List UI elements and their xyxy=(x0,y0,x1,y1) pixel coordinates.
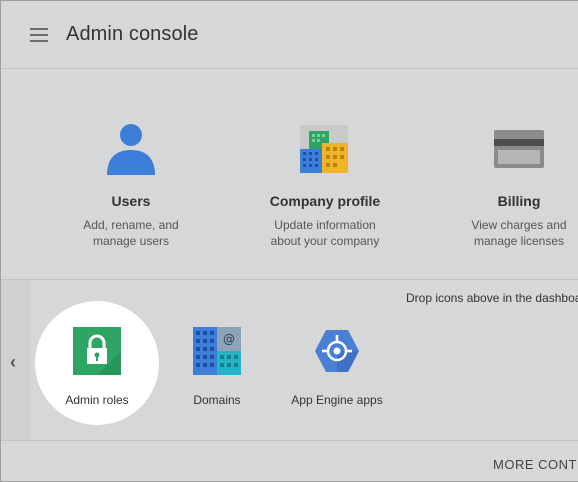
tray-item-admin-roles[interactable]: Admin roles xyxy=(35,301,159,425)
users-card[interactable]: Users Add, rename, and manage users xyxy=(46,119,216,249)
hamburger-menu-icon[interactable] xyxy=(30,28,48,42)
svg-text:@: @ xyxy=(223,332,235,346)
admin-console-window: Admin console Users Add, rename, and man… xyxy=(0,0,578,482)
users-card-title: Users xyxy=(111,193,151,209)
tray-item-domains[interactable]: @ Domains xyxy=(155,301,279,425)
user-icon xyxy=(107,124,155,175)
tray-item-admin-roles-label: Admin roles xyxy=(65,393,129,407)
more-controls-tray: ‹ Drop icons above in the dashboa Admin … xyxy=(1,279,578,441)
company-profile-card[interactable]: Company profile Update information about… xyxy=(240,119,410,249)
domains-icon: @ xyxy=(193,327,241,375)
billing-card-title: Billing xyxy=(497,193,541,209)
tray-scroll-left-area[interactable]: ‹ xyxy=(1,280,31,441)
lock-icon xyxy=(73,327,121,375)
drop-hint-text: Drop icons above in the dashboa xyxy=(406,291,578,305)
company-profile-card-title: Company profile xyxy=(269,193,381,209)
billing-card-description: View charges and manage licenses xyxy=(471,218,567,248)
tray-item-app-engine-apps[interactable]: App Engine apps xyxy=(275,301,399,425)
tray-item-app-engine-apps-label: App Engine apps xyxy=(291,393,383,407)
header: Admin console xyxy=(1,1,578,69)
company-buildings-icon xyxy=(300,125,348,173)
users-card-description: Add, rename, and manage users xyxy=(83,218,179,248)
company-profile-card-description: Update information about your company xyxy=(270,218,380,248)
app-engine-icon xyxy=(315,330,359,372)
chevron-left-icon[interactable]: ‹ xyxy=(10,352,16,373)
billing-card[interactable]: Billing View charges and manage licenses xyxy=(434,119,578,249)
credit-card-icon xyxy=(494,130,544,168)
page-title: Admin console xyxy=(66,23,199,45)
more-controls-button[interactable]: MORE CONTR xyxy=(493,457,578,472)
footer: MORE CONTR xyxy=(1,440,578,482)
tray-item-domains-label: Domains xyxy=(193,393,241,407)
